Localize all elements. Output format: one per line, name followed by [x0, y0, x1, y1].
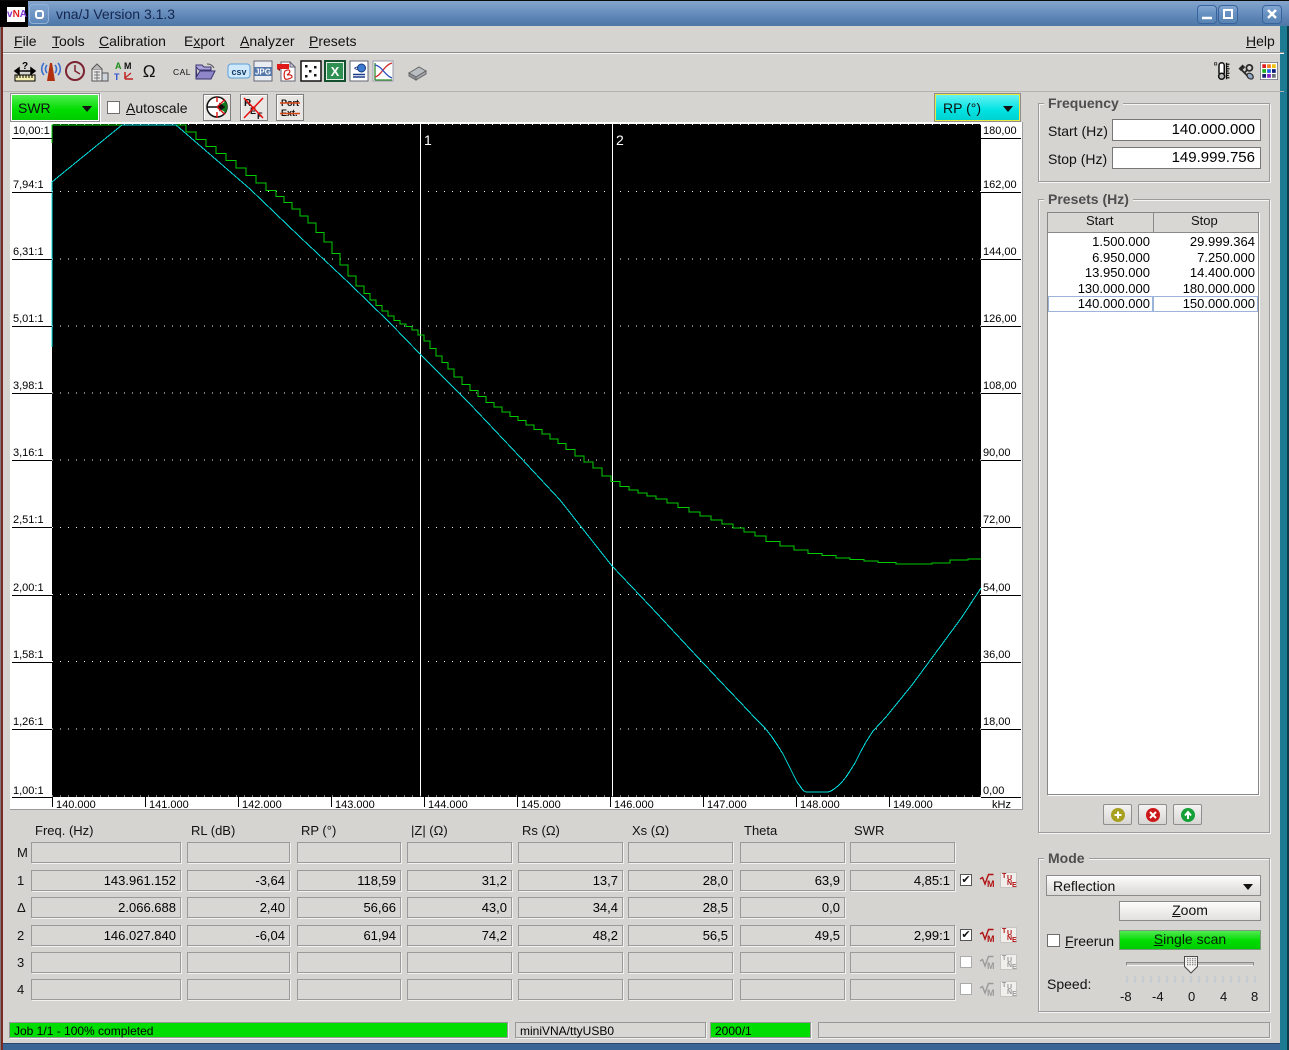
svg-text:1: 1	[424, 132, 432, 148]
svg-text:Ω: Ω	[142, 62, 155, 81]
svg-text:M: M	[124, 61, 132, 71]
svg-text:JPG: JPG	[255, 68, 271, 77]
svg-text:A: A	[115, 61, 122, 71]
svg-text:X: X	[331, 64, 340, 79]
svg-text:M: M	[987, 961, 995, 971]
svg-text:M: M	[987, 879, 995, 889]
svg-text:CAL: CAL	[173, 67, 191, 77]
svg-text:csv: csv	[231, 67, 246, 77]
svg-text:M: M	[987, 934, 995, 944]
svg-text:2: 2	[616, 132, 624, 148]
svg-text:M: M	[987, 988, 995, 998]
svg-text:T: T	[114, 72, 120, 82]
